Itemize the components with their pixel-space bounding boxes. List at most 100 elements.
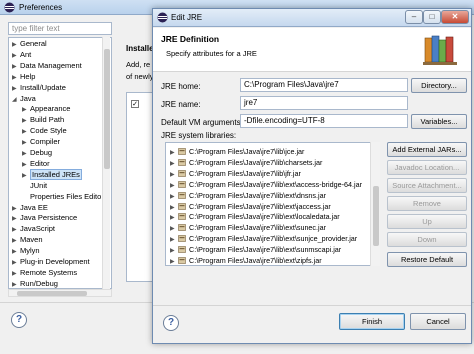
expand-arrow-icon[interactable]: ▶ xyxy=(12,215,20,222)
help-icon[interactable]: ? xyxy=(11,312,27,328)
minimize-button[interactable]: – xyxy=(405,10,423,24)
directory-button[interactable]: Directory... xyxy=(411,78,467,93)
remove-button[interactable]: Remove xyxy=(387,196,467,211)
library-item[interactable]: ▶ C:\Program Files\Java\jre7\lib\ext\jacc… xyxy=(170,202,331,213)
tree-item[interactable]: ▶ Mylyn xyxy=(12,246,40,257)
down-button[interactable]: Down xyxy=(387,232,467,247)
expand-arrow-icon[interactable]: ▶ xyxy=(170,225,178,232)
restore-default-button[interactable]: Restore Default xyxy=(387,252,467,267)
tree-item[interactable]: ▶ Maven xyxy=(12,235,43,246)
expand-arrow-icon[interactable]: ▶ xyxy=(22,139,30,146)
tree-item[interactable]: ◢ Java xyxy=(12,94,36,105)
tree-item[interactable]: JUnit xyxy=(22,181,47,192)
expand-arrow-icon[interactable]: ▶ xyxy=(12,237,20,244)
library-item[interactable]: ▶ C:\Program Files\Java\jre7\lib\ext\sunm… xyxy=(170,245,341,256)
up-button[interactable]: Up xyxy=(387,214,467,229)
edit-jre-dialog: Edit JRE – □ ✕ JRE Definition Specify at… xyxy=(152,8,472,344)
expand-arrow-icon[interactable]: ▶ xyxy=(12,259,20,266)
expand-arrow-icon[interactable]: ▶ xyxy=(12,270,20,277)
tree-item[interactable]: ▶ Installed JREs xyxy=(22,168,82,181)
tree-item[interactable]: ▶ General xyxy=(12,39,47,50)
tree-item[interactable]: ▶ Compiler xyxy=(22,137,60,148)
tree-item[interactable]: ▶ JavaScript xyxy=(12,224,55,235)
tree-vertical-scrollbar[interactable] xyxy=(102,37,110,289)
tree-item[interactable]: ▶ Install/Update xyxy=(12,83,66,94)
expand-arrow-icon[interactable]: ▶ xyxy=(12,205,20,212)
tree-item[interactable]: ▶ Help xyxy=(12,72,35,83)
tree-item[interactable]: ▶ Appearance xyxy=(22,104,70,115)
jre-home-field[interactable]: C:\Program Files\Java\jre7 xyxy=(240,78,408,92)
expand-arrow-icon[interactable]: ▶ xyxy=(12,85,20,92)
expand-arrow-icon[interactable]: ▶ xyxy=(170,171,178,178)
tree-item[interactable]: ▶ Run/Debug xyxy=(12,279,58,288)
page-description-line1: Add, re xyxy=(126,60,151,69)
expand-arrow-icon[interactable]: ▶ xyxy=(12,226,20,233)
dialog-title-bar[interactable]: Edit JRE – □ ✕ xyxy=(153,9,471,27)
tree-item[interactable]: ▶ Data Management xyxy=(12,61,82,72)
expand-arrow-icon[interactable]: ▶ xyxy=(170,193,178,200)
scrollbar-thumb[interactable] xyxy=(17,291,87,296)
expand-arrow-icon[interactable]: ▶ xyxy=(12,281,20,288)
tree-item[interactable]: ▶ Code Style xyxy=(22,126,67,137)
tree-item[interactable]: ▶ Build Path xyxy=(22,115,64,126)
expand-arrow-icon[interactable]: ▶ xyxy=(22,106,30,113)
library-item[interactable]: ▶ C:\Program Files\Java\jre7\lib\charsets… xyxy=(170,158,322,169)
library-item[interactable]: ▶ C:\Program Files\Java\jre7\lib\ext\sune… xyxy=(170,223,326,234)
library-item[interactable]: ▶ C:\Program Files\Java\jre7\lib\jce.jar xyxy=(170,147,304,158)
expand-arrow-icon[interactable]: ▶ xyxy=(22,161,30,168)
scrollbar-thumb[interactable] xyxy=(373,186,379,246)
tree-item[interactable]: ▶ Remote Systems xyxy=(12,268,77,279)
expand-arrow-icon[interactable]: ▶ xyxy=(12,41,20,48)
library-item[interactable]: ▶ C:\Program Files\Java\jre7\lib\ext\zipf… xyxy=(170,256,322,265)
expand-arrow-icon[interactable]: ▶ xyxy=(12,248,20,255)
help-icon[interactable]: ? xyxy=(163,315,179,331)
expand-arrow-icon[interactable]: ▶ xyxy=(22,117,30,124)
expand-arrow-icon[interactable]: ▶ xyxy=(12,74,20,81)
expand-arrow-icon[interactable]: ▶ xyxy=(170,214,178,221)
library-path: C:\Program Files\Java\jre7\lib\ext\sunms… xyxy=(189,245,342,255)
variables-button[interactable]: Variables... xyxy=(411,114,467,129)
tree-item[interactable]: ▶ Plug-in Development xyxy=(12,257,90,268)
cancel-button[interactable]: Cancel xyxy=(410,313,466,330)
tree-item[interactable]: ▶ Java EE xyxy=(12,203,48,214)
expand-arrow-icon[interactable]: ▶ xyxy=(22,128,30,135)
jre-name-field[interactable]: jre7 xyxy=(240,96,408,110)
tree-item[interactable]: Properties Files Edito xyxy=(22,192,101,203)
expand-arrow-icon[interactable]: ▶ xyxy=(170,236,178,243)
collapse-arrow-icon[interactable]: ◢ xyxy=(12,96,20,103)
system-libraries-list[interactable]: ▶ C:\Program Files\Java\jre7\lib\jce.jar ▶… xyxy=(165,142,380,266)
expand-arrow-icon[interactable]: ▶ xyxy=(22,150,30,157)
expand-arrow-icon[interactable]: ▶ xyxy=(22,172,30,179)
tree-horizontal-scrollbar[interactable] xyxy=(8,289,112,297)
expand-arrow-icon[interactable]: ▶ xyxy=(170,204,178,211)
preferences-tree[interactable]: ▶ General ▶ Ant ▶ Data Management ▶ Help ▶ Instal… xyxy=(8,37,112,289)
expand-arrow-icon[interactable]: ▶ xyxy=(170,247,178,254)
library-item[interactable]: ▶ C:\Program Files\Java\jre7\lib\ext\sunj… xyxy=(170,234,357,245)
library-item[interactable]: ▶ C:\Program Files\Java\jre7\lib\jfr.jar xyxy=(170,169,301,180)
tree-item[interactable]: ▶ Debug xyxy=(22,148,52,159)
vm-arguments-field[interactable]: -Dfile.encoding=UTF-8 xyxy=(240,114,408,128)
expand-arrow-icon[interactable]: ▶ xyxy=(170,182,178,189)
finish-button[interactable]: Finish xyxy=(339,313,405,330)
expand-arrow-icon[interactable]: ▶ xyxy=(12,63,20,70)
jar-icon xyxy=(178,213,186,221)
expand-arrow-icon[interactable]: ▶ xyxy=(170,149,178,156)
tree-item[interactable]: ▶ Ant xyxy=(12,50,31,61)
libraries-vertical-scrollbar[interactable] xyxy=(370,142,380,266)
filter-input[interactable]: type filter text xyxy=(8,22,112,35)
tree-item[interactable]: ▶ Java Persistence xyxy=(12,213,77,224)
maximize-button[interactable]: □ xyxy=(423,10,441,24)
expand-arrow-icon[interactable]: ▶ xyxy=(12,52,20,59)
close-button[interactable]: ✕ xyxy=(441,10,469,24)
scrollbar-thumb[interactable] xyxy=(104,49,110,169)
javadoc-location-button[interactable]: Javadoc Location... xyxy=(387,160,467,175)
add-external-jars-button[interactable]: Add External JARs... xyxy=(387,142,467,157)
jar-icon xyxy=(178,246,186,253)
source-attachment-button[interactable]: Source Attachment... xyxy=(387,178,467,193)
library-item[interactable]: ▶ C:\Program Files\Java\jre7\lib\ext\dnsn… xyxy=(170,191,326,202)
expand-arrow-icon[interactable]: ▶ xyxy=(170,258,178,265)
library-item[interactable]: ▶ C:\Program Files\Java\jre7\lib\ext\acce… xyxy=(170,180,362,191)
library-item[interactable]: ▶ C:\Program Files\Java\jre7\lib\ext\loca… xyxy=(170,212,340,223)
jre-checkbox[interactable]: ✓ xyxy=(131,100,139,108)
expand-arrow-icon[interactable]: ▶ xyxy=(170,160,178,167)
